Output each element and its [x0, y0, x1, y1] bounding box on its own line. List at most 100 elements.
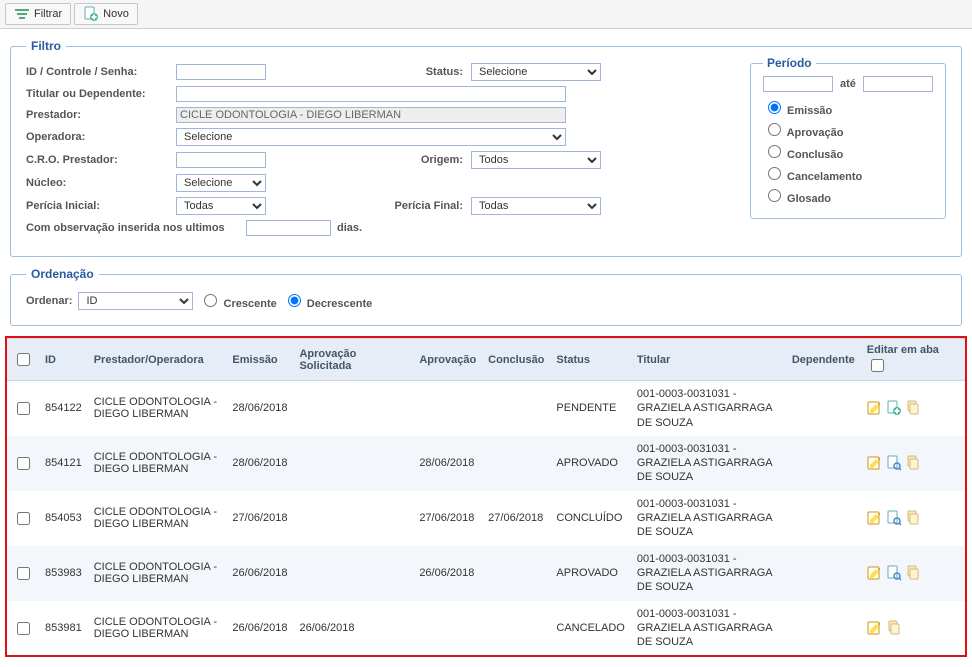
row-checkbox[interactable]	[17, 457, 30, 470]
toolbar: Filtrar Novo	[0, 0, 972, 29]
periodo-radio-conclusão[interactable]: Conclusão	[763, 142, 933, 161]
cell-conclusao	[482, 436, 550, 491]
copy-icon[interactable]	[886, 620, 902, 636]
row-checkbox[interactable]	[17, 512, 30, 525]
pinicial-select[interactable]: Todas	[176, 197, 266, 215]
obs-label: Com observação inserida nos ultimos	[26, 222, 246, 234]
ordenar-select[interactable]: ID	[78, 292, 193, 310]
cro-input[interactable]	[176, 152, 266, 168]
periodo-radio-aprovação[interactable]: Aprovação	[763, 120, 933, 139]
filtro-legend: Filtro	[26, 39, 66, 53]
pinicial-label: Perícia Inicial:	[26, 200, 176, 212]
col-titular[interactable]: Titular	[631, 339, 786, 381]
pfinal-select[interactable]: Todas	[471, 197, 601, 215]
col-dependente[interactable]: Dependente	[786, 339, 861, 381]
periodo-ate-input[interactable]	[863, 76, 933, 92]
edit-icon[interactable]	[867, 400, 883, 416]
cell-actions	[861, 601, 965, 656]
page-search-icon[interactable]	[886, 565, 902, 581]
periodo-radio-glosado[interactable]: Glosado	[763, 186, 933, 205]
cell-aprovacao: 26/06/2018	[413, 546, 482, 601]
filtrar-button[interactable]: Filtrar	[5, 3, 71, 25]
cell-titular: 001-0003-0031031 - GRAZIELA ASTIGARRAGA …	[631, 381, 786, 436]
operadora-select[interactable]: Selecione	[176, 128, 566, 146]
cell-apr-sol	[293, 546, 413, 601]
row-checkbox[interactable]	[17, 567, 30, 580]
filter-icon	[14, 6, 30, 22]
col-status[interactable]: Status	[550, 339, 630, 381]
cell-aprovacao	[413, 601, 482, 656]
titular-input[interactable]	[176, 86, 566, 102]
copy-icon[interactable]	[905, 455, 921, 471]
col-conclusao[interactable]: Conclusão	[482, 339, 550, 381]
cell-status: CONCLUÍDO	[550, 491, 630, 546]
ordenar-label: Ordenar:	[26, 295, 72, 307]
row-checkbox[interactable]	[17, 402, 30, 415]
cell-actions	[861, 381, 965, 436]
prestador-input[interactable]	[176, 107, 566, 123]
cell-apr-sol	[293, 381, 413, 436]
titular-label: Titular ou Dependente:	[26, 88, 176, 100]
cell-actions	[861, 546, 965, 601]
edit-icon[interactable]	[867, 620, 883, 636]
obs-suffix: dias.	[337, 222, 362, 234]
col-aprovacao[interactable]: Aprovação	[413, 339, 482, 381]
cell-status: CANCELADO	[550, 601, 630, 656]
cell-apr-sol: 26/06/2018	[293, 601, 413, 656]
id-input[interactable]	[176, 64, 266, 80]
col-editar[interactable]: Editar em aba	[861, 339, 965, 381]
periodo-radio-emissão[interactable]: Emissão	[763, 98, 933, 117]
results-grid-wrap: ID Prestador/Operadora Emissão Aprovação…	[5, 336, 967, 657]
copy-icon[interactable]	[905, 510, 921, 526]
cell-prestador: CICLE ODONTOLOGIA - DIEGO LIBERMAN	[88, 601, 227, 656]
edit-icon[interactable]	[867, 455, 883, 471]
cell-aprovacao: 28/06/2018	[413, 436, 482, 491]
page-search-icon[interactable]	[886, 510, 902, 526]
status-select[interactable]: Selecione	[471, 63, 601, 81]
origem-select[interactable]: Todos	[471, 151, 601, 169]
nucleo-select[interactable]: Selecione	[176, 174, 266, 192]
table-row: 853981CICLE ODONTOLOGIA - DIEGO LIBERMAN…	[7, 601, 965, 656]
table-row: 854121CICLE ODONTOLOGIA - DIEGO LIBERMAN…	[7, 436, 965, 491]
col-id[interactable]: ID	[39, 339, 88, 381]
cell-emissao: 28/06/2018	[226, 436, 293, 491]
ordenacao-legend: Ordenação	[26, 267, 99, 281]
cell-emissao: 26/06/2018	[226, 601, 293, 656]
periodo-radio-cancelamento[interactable]: Cancelamento	[763, 164, 933, 183]
cell-id: 854121	[39, 436, 88, 491]
pfinal-label: Perícia Final:	[291, 200, 471, 212]
cell-conclusao	[482, 381, 550, 436]
page-add-icon[interactable]	[886, 400, 902, 416]
cell-titular: 001-0003-0031031 - GRAZIELA ASTIGARRAGA …	[631, 436, 786, 491]
edit-icon[interactable]	[867, 510, 883, 526]
copy-icon[interactable]	[905, 565, 921, 581]
editar-aba-checkbox[interactable]	[871, 359, 884, 372]
novo-button[interactable]: Novo	[74, 3, 138, 25]
novo-label: Novo	[103, 8, 129, 20]
cell-emissao: 28/06/2018	[226, 381, 293, 436]
cell-titular: 001-0003-0031031 - GRAZIELA ASTIGARRAGA …	[631, 546, 786, 601]
page-search-icon[interactable]	[886, 455, 902, 471]
periodo-ate-label: até	[840, 78, 856, 90]
col-prestador[interactable]: Prestador/Operadora	[88, 339, 227, 381]
cell-dependente	[786, 546, 861, 601]
cell-aprovacao	[413, 381, 482, 436]
copy-icon[interactable]	[905, 400, 921, 416]
obs-input[interactable]	[246, 220, 331, 236]
cell-titular: 001-0003-0031031 - GRAZIELA ASTIGARRAGA …	[631, 601, 786, 656]
col-emissao[interactable]: Emissão	[226, 339, 293, 381]
cell-actions	[861, 436, 965, 491]
select-all-checkbox[interactable]	[17, 353, 30, 366]
origem-label: Origem:	[381, 154, 471, 166]
crescente-radio[interactable]: Crescente	[199, 291, 276, 310]
decrescente-radio[interactable]: Decrescente	[283, 291, 373, 310]
row-checkbox[interactable]	[17, 622, 30, 635]
cell-prestador: CICLE ODONTOLOGIA - DIEGO LIBERMAN	[88, 491, 227, 546]
cell-conclusao: 27/06/2018	[482, 491, 550, 546]
status-label: Status:	[381, 66, 471, 78]
cell-apr-sol	[293, 436, 413, 491]
periodo-de-input[interactable]	[763, 76, 833, 92]
filtro-fieldset: Filtro ID / Controle / Senha: Status: Se…	[10, 39, 962, 257]
col-apr-sol[interactable]: Aprovação Solicitada	[293, 339, 413, 381]
edit-icon[interactable]	[867, 565, 883, 581]
